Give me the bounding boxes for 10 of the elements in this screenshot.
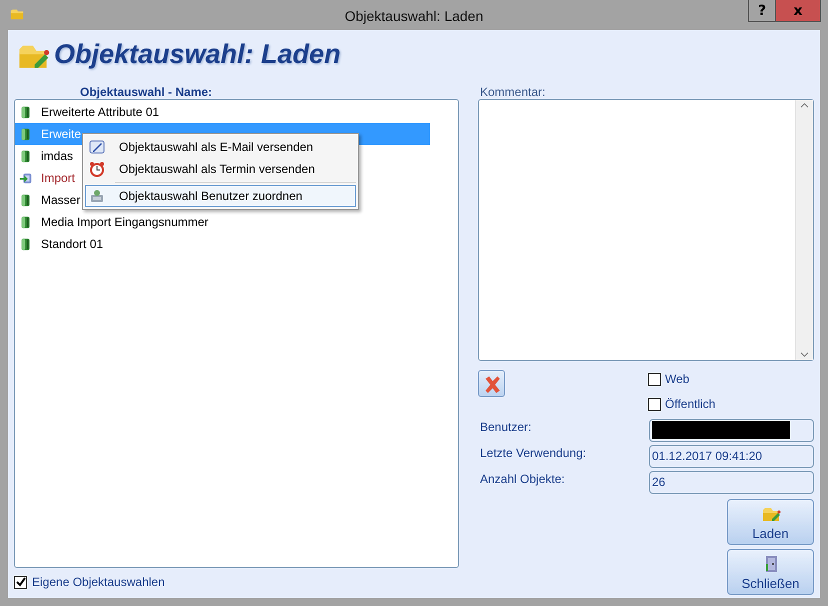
dialog-heading: Objektauswahl: Laden: [54, 38, 341, 70]
checkbox-label: Öffentlich: [665, 397, 716, 411]
checkbox-label: Web: [665, 372, 690, 386]
field-label: Anzahl Objekte:: [480, 472, 566, 486]
comment-label: Kommentar:: [480, 86, 546, 99]
field-label: Benutzer:: [480, 420, 532, 434]
window-title: Objektauswahl: Laden: [344, 8, 484, 24]
checkbox-label: Eigene Objektauswahlen: [32, 575, 165, 589]
list-label: Objektauswahl - Name:: [80, 86, 214, 99]
field-label: Letzte Verwendung:: [480, 446, 588, 460]
